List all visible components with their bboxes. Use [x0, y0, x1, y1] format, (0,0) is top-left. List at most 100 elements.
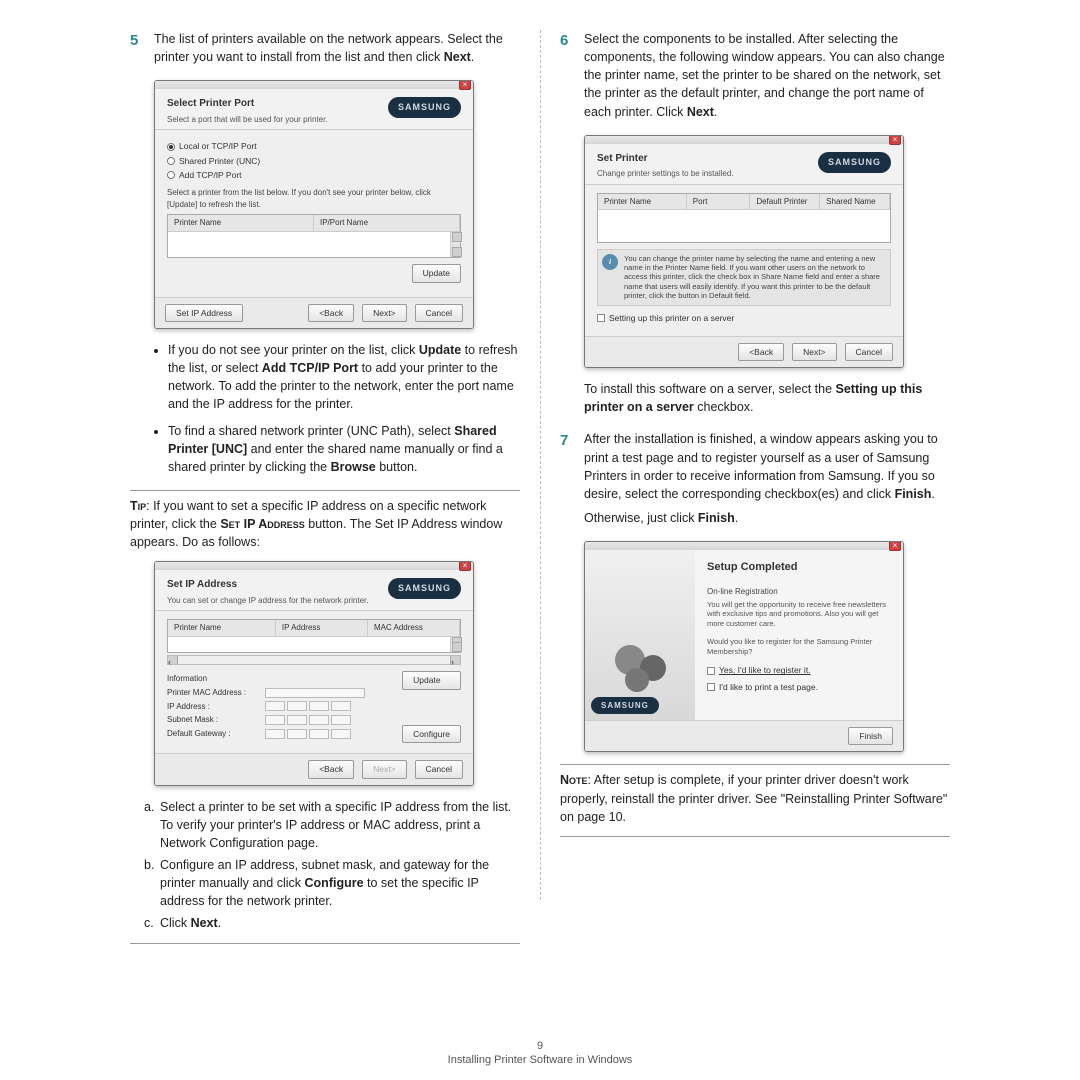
lettered-list: a.Select a printer to be set with a spec… — [130, 798, 520, 933]
finish-button[interactable]: Finish — [848, 727, 893, 745]
left-column: 5 The list of printers available on the … — [110, 30, 540, 950]
close-icon[interactable]: × — [889, 541, 901, 551]
set-ip-address-window: × Set IP Address You can set or change I… — [154, 561, 474, 785]
step-number: 5 — [130, 30, 154, 72]
wizard-sidebar: SAMSUNG — [585, 550, 695, 720]
dialog-title: Set Printer — [597, 152, 818, 167]
bullet-list: If you do not see your printer on the li… — [130, 341, 520, 476]
divider — [560, 764, 950, 765]
set-printer-window: × Set Printer Change printer settings to… — [584, 135, 904, 369]
letter-c: c. — [144, 914, 160, 932]
registration-description: You will get the opportunity to receive … — [707, 600, 891, 629]
next-button[interactable]: Next> — [792, 343, 836, 361]
printer-list[interactable]: Printer Name IP/Port Name — [167, 214, 461, 258]
col-printer-name: Printer Name — [168, 620, 276, 636]
back-button[interactable]: <Back — [738, 343, 784, 361]
setup-completed-title: Setup Completed — [707, 560, 891, 576]
right-column: 6 Select the components to be installed.… — [540, 30, 970, 950]
cancel-button[interactable]: Cancel — [845, 343, 893, 361]
divider — [130, 943, 520, 944]
set-ip-button[interactable]: Set IP Address — [165, 304, 243, 322]
ip-input[interactable] — [265, 701, 285, 711]
col-shared: Shared Name — [820, 194, 890, 210]
step-7-text: After the installation is finished, a wi… — [584, 430, 950, 503]
note-text: Note: After setup is complete, if your p… — [560, 771, 950, 825]
page-number: 9 — [0, 1040, 1080, 1052]
step-6: 6 Select the components to be installed.… — [560, 30, 950, 127]
gateway-label: Default Gateway : — [167, 728, 257, 740]
back-button[interactable]: <Back — [308, 760, 354, 778]
update-button[interactable]: Update — [412, 264, 461, 282]
select-printer-port-window: × Select Printer Port Select a port that… — [154, 80, 474, 329]
registration-question: Would you like to register for the Samsu… — [707, 637, 891, 657]
server-note: To install this software on a server, se… — [584, 380, 950, 416]
mac-input[interactable] — [265, 688, 365, 698]
radio-add-tcpip[interactable]: Add TCP/IP Port — [167, 169, 461, 181]
step-c-text: Click Next. — [160, 914, 221, 932]
step-7: 7 After the installation is finished, a … — [560, 430, 950, 533]
letter-a: a. — [144, 798, 160, 852]
letter-b: b. — [144, 856, 160, 910]
info-box: i You can change the printer name by sel… — [597, 249, 891, 306]
step-b-text: Configure an IP address, subnet mask, an… — [160, 856, 520, 910]
test-page-checkbox[interactable]: I'd like to print a test page. — [707, 681, 891, 693]
update-button[interactable]: Update — [402, 671, 461, 689]
online-registration-label: On-line Registration — [707, 586, 891, 598]
bullet-2: To find a shared network printer (UNC Pa… — [168, 422, 520, 476]
close-icon[interactable]: × — [889, 135, 901, 145]
subnet-input[interactable] — [265, 715, 285, 725]
column-divider — [540, 30, 541, 900]
info-icon: i — [602, 254, 618, 270]
next-button: Next> — [362, 760, 406, 778]
dialog-title: Select Printer Port — [167, 97, 388, 112]
step-5-text: The list of printers available on the ne… — [154, 30, 520, 66]
instruction-text: Select a printer from the list below. If… — [167, 187, 461, 210]
radio-local-tcpip[interactable]: Local or TCP/IP Port — [167, 140, 461, 152]
close-icon[interactable]: × — [459, 80, 471, 90]
step-7-otherwise: Otherwise, just click Finish. — [584, 509, 950, 527]
dialog-title: Set IP Address — [167, 578, 388, 593]
page-footer: 9 Installing Printer Software in Windows — [0, 1040, 1080, 1066]
col-mac-address: MAC Address — [368, 620, 460, 636]
information-label: Information — [167, 673, 396, 685]
step-number: 6 — [560, 30, 584, 127]
col-ip-address: IP Address — [276, 620, 368, 636]
col-ip-port: IP/Port Name — [314, 215, 460, 231]
footer-text: Installing Printer Software in Windows — [0, 1054, 1080, 1066]
step-5: 5 The list of printers available on the … — [130, 30, 520, 72]
step-a-text: Select a printer to be set with a specif… — [160, 798, 520, 852]
gateway-input[interactable] — [265, 729, 285, 739]
dialog-subtitle: Change printer settings to be installed. — [597, 168, 818, 180]
printer-table[interactable]: Printer Name Port Default Printer Shared… — [597, 193, 891, 243]
col-port: Port — [687, 194, 751, 210]
subnet-label: Subnet Mask : — [167, 714, 257, 726]
divider — [130, 490, 520, 491]
samsung-logo: SAMSUNG — [388, 97, 461, 118]
register-checkbox[interactable]: Yes, I'd like to register it. — [707, 664, 891, 676]
divider — [560, 836, 950, 837]
step-number: 7 — [560, 430, 584, 533]
step-6-text: Select the components to be installed. A… — [584, 30, 950, 121]
bullet-1: If you do not see your printer on the li… — [168, 341, 520, 414]
cancel-button[interactable]: Cancel — [415, 304, 463, 322]
scrollbar[interactable] — [450, 637, 460, 652]
col-printer-name: Printer Name — [598, 194, 687, 210]
close-icon[interactable]: × — [459, 561, 471, 571]
dialog-subtitle: You can set or change IP address for the… — [167, 595, 388, 607]
server-checkbox[interactable]: Setting up this printer on a server — [597, 312, 891, 324]
setup-completed-window: × SAMSUNG Setup Completed On-line Regist… — [584, 541, 904, 752]
printer-list[interactable]: Printer Name IP Address MAC Address — [167, 619, 461, 653]
col-default: Default Printer — [750, 194, 820, 210]
radio-shared-unc[interactable]: Shared Printer (UNC) — [167, 155, 461, 167]
next-button[interactable]: Next> — [362, 304, 406, 322]
configure-button[interactable]: Configure — [402, 725, 461, 743]
samsung-logo: SAMSUNG — [818, 152, 891, 173]
back-button[interactable]: <Back — [308, 304, 354, 322]
scrollbar[interactable] — [450, 232, 460, 257]
cancel-button[interactable]: Cancel — [415, 760, 463, 778]
horizontal-scrollbar[interactable]: ‹ › — [167, 655, 461, 665]
dialog-subtitle: Select a port that will be used for your… — [167, 114, 388, 126]
tip-text: Tip: If you want to set a specific IP ad… — [130, 497, 520, 551]
col-printer-name: Printer Name — [168, 215, 314, 231]
samsung-logo: SAMSUNG — [591, 697, 659, 715]
